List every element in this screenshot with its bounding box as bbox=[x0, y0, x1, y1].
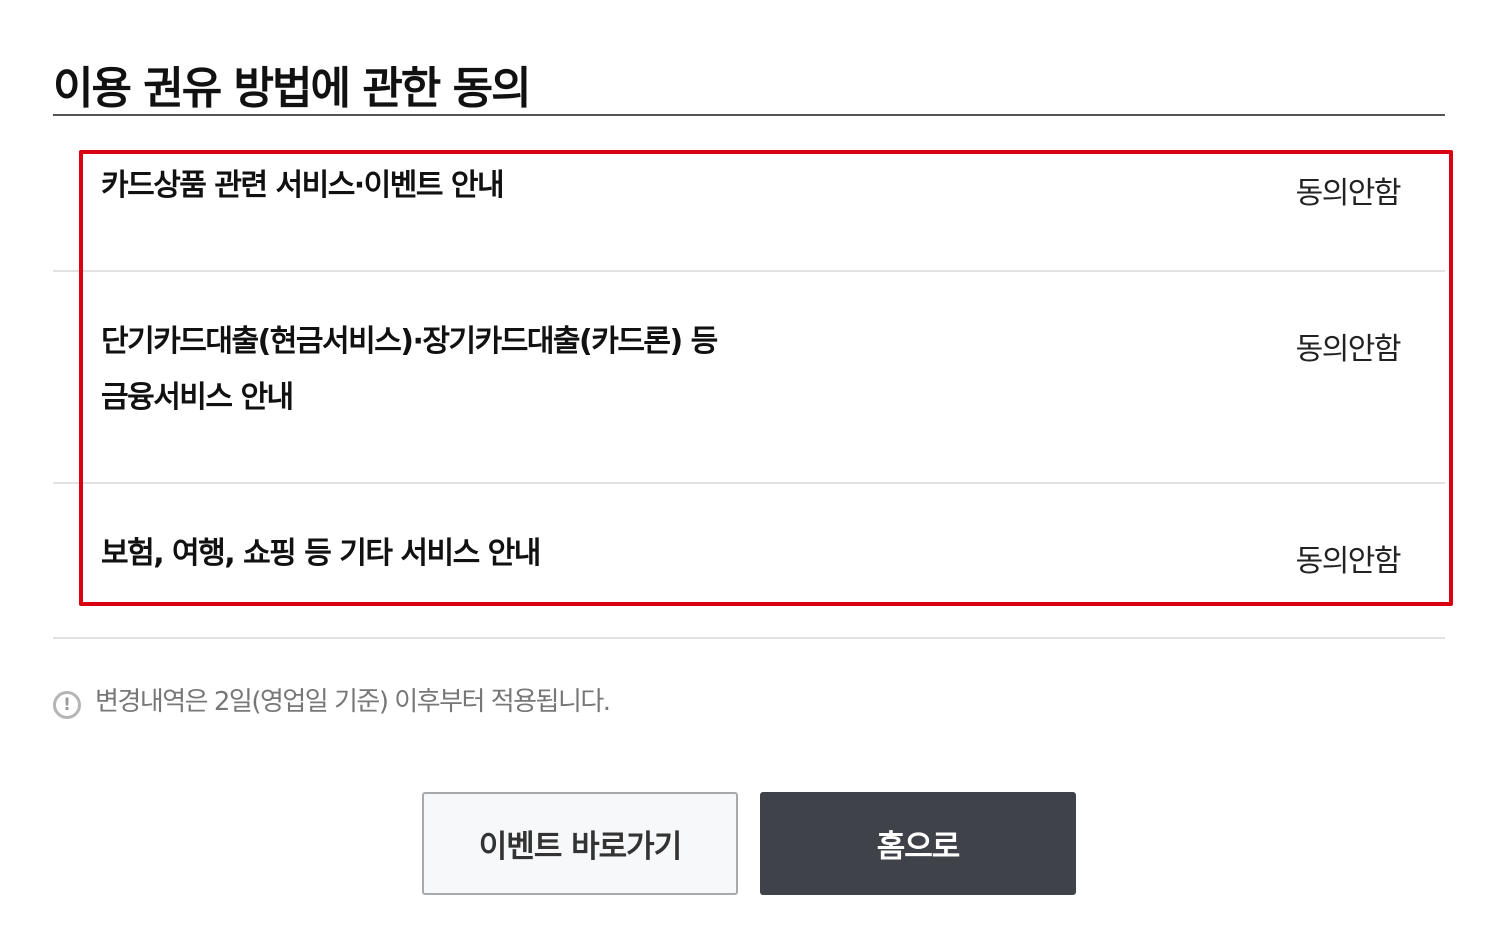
exclamation-circle-icon: ! bbox=[53, 691, 81, 719]
consent-page: 이용 권유 방법에 관한 동의 카드상품 관련 서비스·이벤트 안내 동의안함 … bbox=[0, 0, 1506, 946]
row-divider bbox=[53, 270, 1445, 272]
consent-item-label-line: 보험, 여행, 쇼핑 등 기타 서비스 안내 bbox=[101, 536, 541, 571]
list-bottom-divider bbox=[53, 637, 1445, 639]
consent-item-card-services-status[interactable]: 동의안함 bbox=[1296, 174, 1402, 214]
change-notice: ! 변경내역은 2일(영업일 기준) 이후부터 적용됩니다. bbox=[53, 684, 611, 720]
row-divider bbox=[53, 482, 1445, 484]
consent-item-label-line: 카드상품 관련 서비스·이벤트 안내 bbox=[101, 168, 505, 203]
consent-item-financial-services-label: 단기카드대출(현금서비스)·장기카드대출(카드론) 등 금융서비스 안내 bbox=[101, 314, 801, 426]
consent-item-other-services-label: 보험, 여행, 쇼핑 등 기타 서비스 안내 bbox=[101, 526, 801, 582]
consent-item-financial-services-status[interactable]: 동의안함 bbox=[1296, 330, 1402, 370]
page-title: 이용 권유 방법에 관한 동의 bbox=[53, 63, 532, 115]
consent-item-other-services-status[interactable]: 동의안함 bbox=[1296, 542, 1402, 582]
notice-text: 변경내역은 2일(영업일 기준) 이후부터 적용됩니다. bbox=[95, 687, 611, 717]
title-divider bbox=[53, 114, 1445, 116]
consent-item-label-line: 금융서비스 안내 bbox=[101, 380, 294, 415]
consent-item-card-services-label: 카드상품 관련 서비스·이벤트 안내 bbox=[101, 158, 801, 214]
home-button[interactable]: 홈으로 bbox=[760, 792, 1076, 895]
event-shortcut-button[interactable]: 이벤트 바로가기 bbox=[422, 792, 738, 895]
consent-item-label-line: 단기카드대출(현금서비스)·장기카드대출(카드론) 등 bbox=[101, 324, 718, 359]
